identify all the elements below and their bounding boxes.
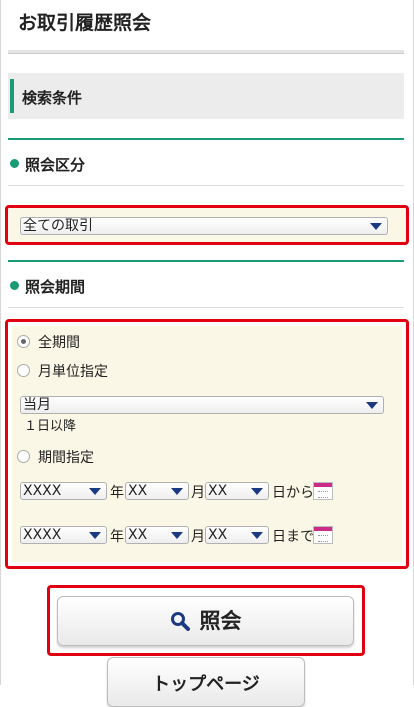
month-select[interactable]: 当月 [20, 396, 384, 414]
month-note: １日以降 [24, 419, 77, 434]
to-month-value: XX [128, 527, 148, 543]
inquiry-type-select[interactable]: 全ての取引 [20, 217, 388, 235]
period-range-option[interactable]: 期間指定 [17, 447, 94, 467]
from-day-select[interactable]: XX [205, 482, 269, 500]
radio-monthly[interactable] [17, 364, 30, 377]
section-divider-accent [8, 260, 404, 262]
top-page-button[interactable]: トップページ [107, 657, 305, 707]
search-icon [170, 612, 190, 631]
inquiry-type-heading: 照会区分 [10, 154, 85, 175]
chevron-down-icon [370, 223, 382, 230]
period-label: 照会期間 [25, 278, 86, 296]
chevron-down-icon [366, 402, 378, 409]
title-divider [8, 50, 404, 54]
to-day-suffix: 日まで [272, 529, 314, 545]
from-day-suffix: 日から [272, 485, 314, 501]
period-all-label: 全期間 [38, 335, 80, 351]
chevron-down-icon [171, 532, 183, 539]
search-conditions-header: 検索条件 [8, 73, 404, 119]
to-calendar-icon[interactable] [313, 526, 333, 544]
inquiry-button[interactable]: 照会 [57, 596, 354, 646]
chevron-down-icon [251, 532, 263, 539]
period-monthly-label: 月単位指定 [38, 364, 108, 380]
from-calendar-icon[interactable] [313, 482, 333, 500]
frame-left-border [0, 0, 1, 685]
to-month-unit: 月 [191, 529, 205, 545]
inquiry-type-panel: 全ての取引 [5, 205, 409, 245]
radio-all[interactable] [17, 335, 30, 348]
month-select-value: 当月 [23, 397, 51, 413]
section-divider-accent [8, 138, 404, 140]
to-year-value: XXXX [23, 527, 62, 543]
header-accent-bar [10, 79, 14, 113]
period-monthly-option[interactable]: 月単位指定 [17, 361, 108, 381]
section-divider [8, 185, 404, 186]
chevron-down-icon [89, 488, 101, 495]
chevron-down-icon [251, 488, 263, 495]
from-month-select[interactable]: XX [125, 482, 189, 500]
from-year-value: XXXX [23, 483, 62, 499]
chevron-down-icon [171, 488, 183, 495]
to-year-select[interactable]: XXXX [20, 526, 107, 544]
from-month-value: XX [128, 483, 148, 499]
inquiry-type-value: 全ての取引 [23, 218, 93, 234]
bullet-icon [10, 159, 19, 168]
to-day-select[interactable]: XX [205, 526, 269, 544]
bullet-icon [10, 281, 19, 290]
to-month-select[interactable]: XX [125, 526, 189, 544]
chevron-down-icon [89, 532, 101, 539]
from-month-unit: 月 [191, 485, 205, 501]
search-conditions-label: 検索条件 [22, 89, 83, 107]
to-year-unit: 年 [110, 529, 124, 545]
radio-range[interactable] [17, 450, 30, 463]
page-title: お取引履歴照会 [18, 12, 152, 34]
period-heading: 照会期間 [10, 276, 85, 297]
inquiry-type-label: 照会区分 [25, 156, 86, 174]
from-year-select[interactable]: XXXX [20, 482, 107, 500]
period-range-label: 期間指定 [38, 450, 94, 466]
from-year-unit: 年 [110, 485, 124, 501]
to-day-value: XX [208, 527, 228, 543]
section-divider [8, 307, 404, 308]
from-day-value: XX [208, 483, 228, 499]
period-all-option[interactable]: 全期間 [17, 332, 80, 352]
inquiry-button-label: 照会 [199, 609, 242, 633]
